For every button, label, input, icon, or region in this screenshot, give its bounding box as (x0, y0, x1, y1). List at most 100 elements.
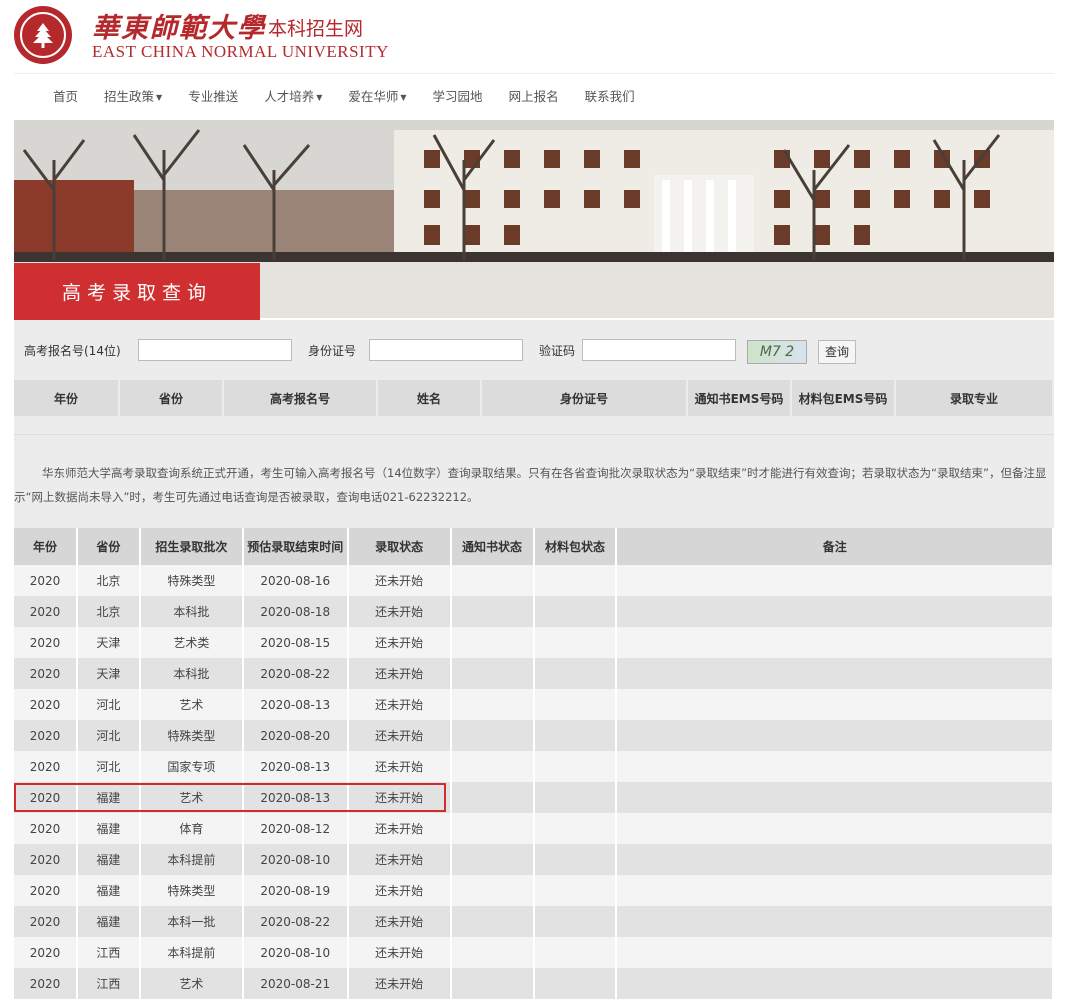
table-cell: 本科批 (139, 658, 244, 689)
table-cell (533, 937, 618, 968)
nav-item-study[interactable]: 学习园地 (420, 86, 496, 108)
nav-item-majors[interactable]: 专业推送 (175, 86, 251, 108)
table-cell (450, 937, 535, 968)
table-cell: 北京 (76, 565, 141, 596)
column-header: 材料包状态 (533, 528, 618, 565)
table-cell (616, 906, 1054, 937)
id-number-input[interactable] (369, 339, 523, 361)
header-divider (14, 73, 1054, 74)
table-cell: 本科一批 (139, 906, 244, 937)
table-cell (450, 906, 535, 937)
table-row: 2020 天津 本科批 2020-08-22 还未开始 (14, 658, 1054, 689)
column-header: 通知书EMS号码 (688, 380, 790, 416)
table-row: 2020 福建 体育 2020-08-12 还未开始 (14, 813, 1054, 844)
table-cell: 2020-08-13 (242, 751, 349, 782)
notice-text: 华东师范大学高考录取查询系统正式开通，考生可输入高考报名号（14位数字）查询录取… (14, 466, 1047, 504)
table-cell: 河北 (76, 689, 141, 720)
table-cell (533, 968, 618, 999)
table-cell: 2020 (14, 875, 78, 906)
table-cell (533, 813, 618, 844)
table-cell: 2020-08-18 (242, 596, 349, 627)
brand-name-en: EAST CHINA NORMAL UNIVERSITY (92, 42, 389, 61)
table-cell (450, 968, 535, 999)
table-cell: 福建 (76, 844, 141, 875)
captcha-input[interactable] (582, 339, 736, 361)
table-cell: 还未开始 (347, 844, 452, 875)
table-cell (616, 751, 1054, 782)
table-cell (616, 627, 1054, 658)
table-row: 2020 河北 艺术 2020-08-13 还未开始 (14, 689, 1054, 720)
table-cell (616, 689, 1054, 720)
table-cell (533, 720, 618, 751)
table-cell: 2020-08-21 (242, 968, 349, 999)
nav-item-home[interactable]: 首页 (40, 86, 91, 108)
table-cell (616, 782, 1054, 813)
nav-item-campus-life[interactable]: 爱在华师 ▼ (335, 86, 419, 108)
table-cell: 国家专项 (139, 751, 244, 782)
site-subtitle: 本科招生网 (268, 18, 364, 40)
nav-item-talent-training[interactable]: 人才培养 ▼ (251, 86, 335, 108)
table-cell (616, 658, 1054, 689)
table-header-row: 年份 省份 招生录取批次 预估录取结束时间 录取状态 通知书状态 材料包状态 备… (14, 528, 1054, 565)
caret-down-icon: ▼ (316, 92, 323, 102)
table-row: 2020 福建 本科一批 2020-08-22 还未开始 (14, 906, 1054, 937)
table-cell: 2020 (14, 689, 78, 720)
table-cell: 艺术类 (139, 627, 244, 658)
table-cell (533, 658, 618, 689)
captcha-image[interactable]: M7 2 (747, 340, 807, 364)
table-row: 2020 河北 特殊类型 2020-08-20 还未开始 (14, 720, 1054, 751)
notice-box: 华东师范大学高考录取查询系统正式开通，考生可输入高考报名号（14位数字）查询录取… (14, 434, 1054, 531)
table-cell (616, 813, 1054, 844)
nav-item-contact[interactable]: 联系我们 (572, 86, 648, 108)
column-header: 省份 (76, 528, 141, 565)
table-cell: 江西 (76, 937, 141, 968)
result-table-header: 年份 省份 高考报名号 姓名 身份证号 通知书EMS号码 材料包EMS号码 录取… (14, 380, 1054, 416)
column-header: 备注 (616, 528, 1054, 565)
table-cell: 福建 (76, 906, 141, 937)
column-header: 预估录取结束时间 (242, 528, 349, 565)
table-cell (450, 565, 535, 596)
table-cell: 还未开始 (347, 937, 452, 968)
table-cell: 本科批 (139, 596, 244, 627)
university-logo-icon[interactable] (14, 6, 72, 64)
table-cell (616, 875, 1054, 906)
table-cell: 还未开始 (347, 968, 452, 999)
table-cell (533, 751, 618, 782)
table-cell: 天津 (76, 658, 141, 689)
table-cell: 福建 (76, 875, 141, 906)
table-cell: 2020-08-22 (242, 658, 349, 689)
table-row: 2020 福建 本科提前 2020-08-10 还未开始 (14, 844, 1054, 875)
column-header: 录取专业 (896, 380, 1052, 416)
table-cell: 还未开始 (347, 658, 452, 689)
table-cell: 还未开始 (347, 565, 452, 596)
nav-item-admission-policy[interactable]: 招生政策 ▼ (91, 86, 175, 108)
table-cell (450, 596, 535, 627)
table-cell: 特殊类型 (139, 720, 244, 751)
table-cell (450, 627, 535, 658)
table-cell (616, 937, 1054, 968)
table-cell: 河北 (76, 751, 141, 782)
table-cell: 2020-08-22 (242, 906, 349, 937)
brand-name-cn: 華東師範大學 (92, 13, 266, 44)
table-cell: 本科提前 (139, 844, 244, 875)
highlighted-row-outline (14, 783, 446, 812)
table-cell: 河北 (76, 720, 141, 751)
exam-no-input[interactable] (138, 339, 292, 361)
nav-item-online-apply[interactable]: 网上报名 (496, 86, 572, 108)
table-cell (450, 782, 535, 813)
table-row: 2020 江西 本科提前 2020-08-10 还未开始 (14, 937, 1054, 968)
table-cell: 2020-08-12 (242, 813, 349, 844)
table-cell (616, 596, 1054, 627)
table-cell: 2020 (14, 658, 78, 689)
table-cell: 2020 (14, 627, 78, 658)
table-cell: 江西 (76, 968, 141, 999)
query-button[interactable]: 查询 (818, 340, 856, 364)
column-header: 年份 (14, 528, 78, 565)
id-number-label: 身份证号 (308, 344, 357, 358)
column-header: 通知书状态 (450, 528, 535, 565)
table-cell: 2020 (14, 596, 78, 627)
table-cell: 还未开始 (347, 720, 452, 751)
table-cell: 2020 (14, 937, 78, 968)
table-cell: 2020-08-13 (242, 689, 349, 720)
table-cell: 北京 (76, 596, 141, 627)
